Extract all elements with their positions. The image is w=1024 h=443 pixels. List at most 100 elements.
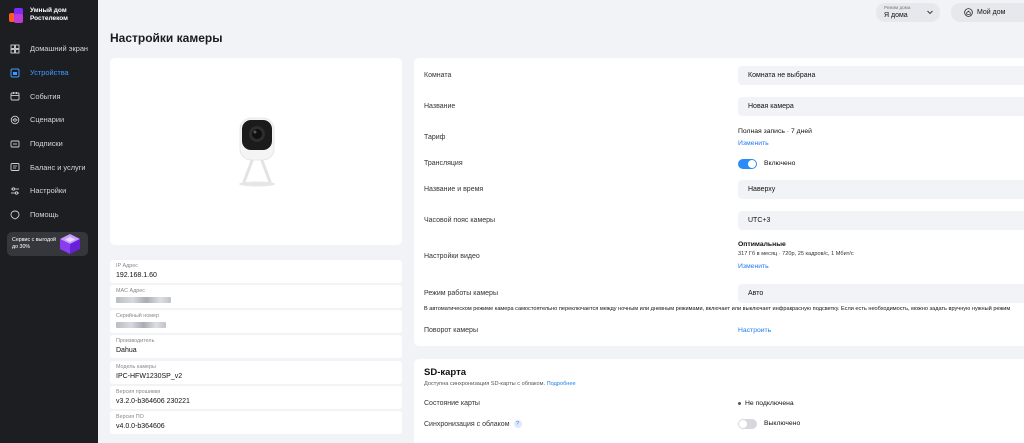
sidebar-item-label: Настройки [30, 186, 67, 196]
sidebar-item-label: Баланс и услуги [30, 162, 86, 172]
camera-image [239, 117, 275, 187]
info-firmware: Версия прошивки v3.2.0-b364606 230221 [110, 386, 402, 409]
info-serial: Серийный номер [110, 310, 402, 333]
info-value: Dahua [116, 347, 137, 354]
logo-mark-icon [9, 7, 24, 23]
sd-sync-toggle[interactable] [738, 419, 757, 429]
info-ip: IP Адрес 192.168.1.60 [110, 260, 402, 283]
info-mac: MAC Адрес [110, 285, 402, 308]
question-icon[interactable]: ? [513, 420, 522, 428]
sidebar-item-label: События [30, 91, 61, 101]
sidebar-item-label: Домашний экран [30, 44, 89, 54]
info-key: Производитель [116, 338, 155, 344]
info-key: IP Адрес [116, 263, 138, 269]
sidebar-item-label: Подписки [30, 139, 63, 149]
info-vendor: Производитель Dahua [110, 335, 402, 358]
sd-sync-text: Синхронизация с облаком [424, 420, 510, 428]
sidebar-item-devices[interactable]: Устройства [0, 61, 98, 85]
mode-hint: В автоматическом режиме камера самостоят… [424, 306, 1011, 312]
video-detail: 317 Гб в месяц · 720p, 25 кадров/с, 1 Мб… [738, 251, 854, 257]
sidebar-item-settings[interactable]: Настройки [0, 179, 98, 203]
timezone-select[interactable]: UTC+3 [738, 211, 1024, 230]
chevron-down-icon [927, 10, 933, 15]
name-label: Название [424, 103, 456, 110]
my-home-label: Мой дом [977, 9, 1006, 16]
sd-sync-label: Синхронизация с облаком? [424, 420, 522, 428]
sidebar-item-home-screen[interactable]: Домашний экран [0, 37, 98, 61]
promo-text: Сервис с выгодой до 30% [12, 237, 56, 250]
events-icon [10, 91, 20, 101]
video-change-link[interactable]: Изменить [738, 263, 769, 270]
info-value: v4.0.0-b364606 [116, 423, 165, 430]
house-icon [964, 8, 973, 17]
video-value: Оптимальные [738, 241, 786, 248]
info-model: Модель камеры IPC-HFW1230SP_v2 [110, 361, 402, 384]
home-mode-label: Режим дома [884, 5, 911, 10]
subscriptions-icon [10, 139, 20, 149]
info-value: IPC-HFW1230SP_v2 [116, 373, 183, 380]
info-key: Серийный номер [116, 313, 159, 319]
stream-label: Трансляция [424, 160, 463, 167]
page-title: Настройки камеры [110, 31, 223, 45]
mode-label: Режим работы камеры [424, 290, 498, 297]
devices-icon [10, 68, 20, 78]
promo-banner[interactable]: Сервис с выгодой до 30% [7, 232, 88, 256]
room-label: Комната [424, 72, 452, 79]
logo-text: Умный дом Ростелеком [30, 7, 68, 22]
sd-state-label: Состояние карты [424, 400, 480, 407]
sidebar: Умный дом Ростелеком Домашний экран Устр… [0, 0, 98, 443]
sidebar-item-label: Сценарии [30, 115, 65, 125]
sidebar-item-help[interactable]: Помощь [0, 203, 98, 227]
sd-sync-value: Выключено [764, 420, 801, 427]
home-mode-select[interactable]: Режим дома Я дома [876, 3, 940, 22]
sd-state-text: Не подключена [745, 400, 794, 407]
logo[interactable]: Умный дом Ростелеком [9, 7, 80, 23]
sidebar-item-balance[interactable]: Баланс и услуги [0, 155, 98, 179]
sidebar-item-label: Помощь [30, 210, 59, 220]
video-label: Настройки видео [424, 253, 480, 260]
stream-value: Включено [764, 160, 796, 167]
rotate-configure-link[interactable]: Настроить [738, 327, 771, 334]
info-key: MAC Адрес [116, 288, 145, 294]
stream-toggle[interactable] [738, 159, 757, 169]
info-key: Версия ПО [116, 414, 144, 420]
camera-preview-card [110, 58, 402, 245]
room-select[interactable]: Комната не выбрана [738, 66, 1024, 85]
sidebar-item-events[interactable]: События [0, 84, 98, 108]
sd-title: SD-карта [424, 367, 467, 378]
sidebar-item-subscriptions[interactable]: Подписки [0, 132, 98, 156]
home-mode-value: Я дома [884, 12, 908, 19]
cube-icon [60, 234, 80, 254]
info-key: Версия прошивки [116, 389, 161, 395]
info-key: Модель камеры [116, 364, 156, 370]
timezone-label: Часовой пояс камеры [424, 217, 496, 224]
sd-more-link[interactable]: Подробнее [547, 381, 576, 387]
info-software: Версия ПО v4.0.0-b364606 [110, 411, 402, 434]
info-value: 192.168.1.60 [116, 272, 157, 279]
sidebar-item-label: Устройства [30, 68, 69, 78]
help-icon [10, 210, 20, 220]
sd-subtitle: Доступна синхронизация SD-карты с облако… [424, 381, 576, 387]
info-value: v3.2.0-b364606 230221 [116, 398, 190, 405]
tariff-value: Полная запись · 7 дней [738, 128, 812, 135]
home-screen-icon [10, 44, 20, 54]
tariff-change-link[interactable]: Изменить [738, 140, 769, 147]
settings-icon [10, 186, 20, 196]
camera-name-input[interactable]: Новая камера [738, 97, 1024, 116]
name-time-label: Название и время [424, 186, 484, 193]
info-value-redacted [116, 297, 171, 305]
rotate-label: Поворот камеры [424, 327, 478, 334]
sidebar-item-scenarios[interactable]: Сценарии [0, 108, 98, 132]
name-time-select[interactable]: Наверху [738, 180, 1024, 199]
status-dot-icon [738, 401, 741, 405]
sd-subtitle-text: Доступна синхронизация SD-карты с облако… [424, 381, 546, 387]
camera-mode-select[interactable]: Авто [738, 284, 1024, 303]
scenarios-icon [10, 115, 20, 125]
info-value-redacted [116, 322, 166, 330]
sd-card-section: SD-карта Доступна синхронизация SD-карты… [414, 359, 1024, 443]
sd-state-value: Не подключена [738, 400, 794, 407]
tariff-label: Тариф [424, 134, 446, 141]
my-home-button[interactable]: Мой дом [951, 3, 1024, 22]
balance-icon [10, 162, 20, 172]
camera-settings-card: Комната Комната не выбрана Название Нова… [414, 58, 1024, 346]
